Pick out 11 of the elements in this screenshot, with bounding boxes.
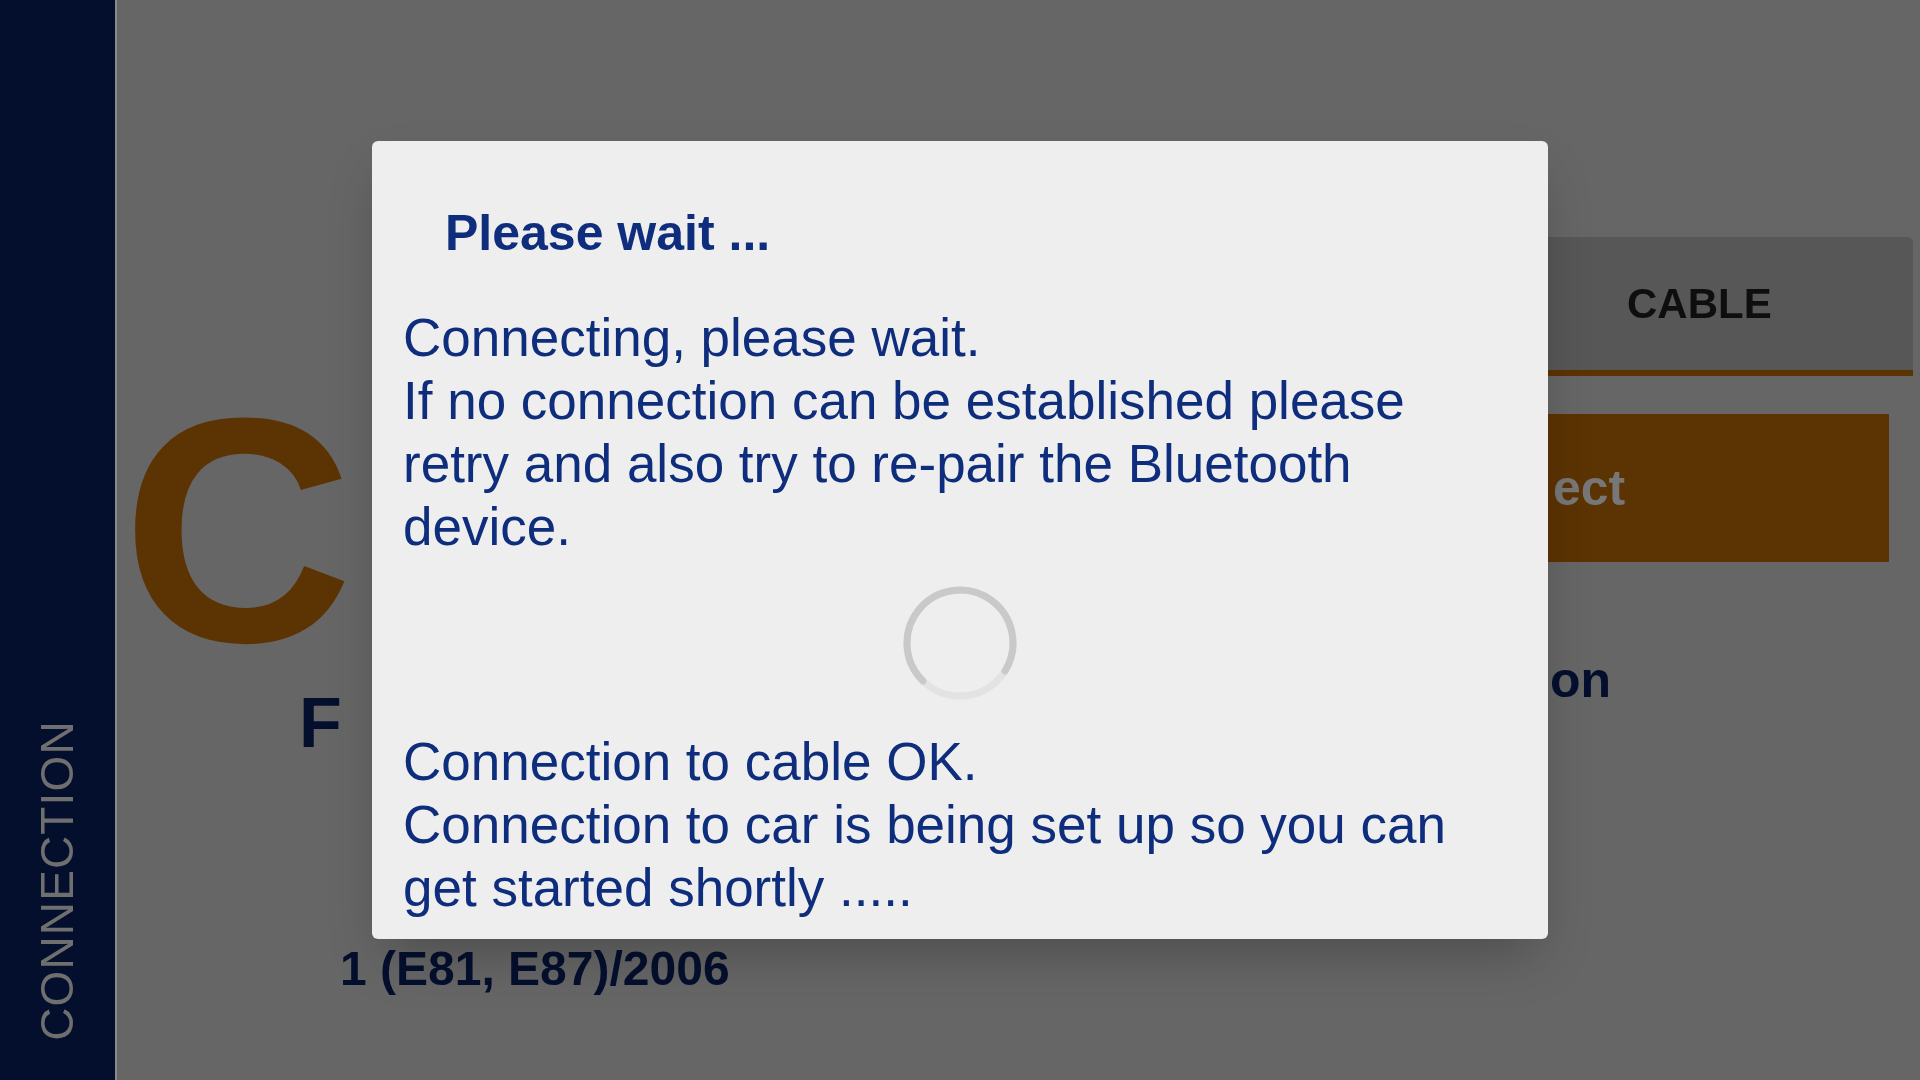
logo-subtitle: F [299,683,342,763]
dialog-message: Connection to car is being set up so you can get started shortly ..... [403,794,1447,919]
vehicle-label: 1 (E81, E87)/2006 [340,941,730,997]
dialog-message: Connecting, please wait. [403,307,982,369]
dialog-title: Please wait ... [445,204,772,263]
spinner-icon [901,584,1019,702]
sidebar-label[interactable]: CONNECTION [23,719,92,1041]
dialog-message: Connection to cable OK. [403,731,979,793]
logo: C [122,385,354,675]
cable-tab[interactable]: CABLE [1627,272,1772,335]
status-text: on [1549,651,1613,710]
